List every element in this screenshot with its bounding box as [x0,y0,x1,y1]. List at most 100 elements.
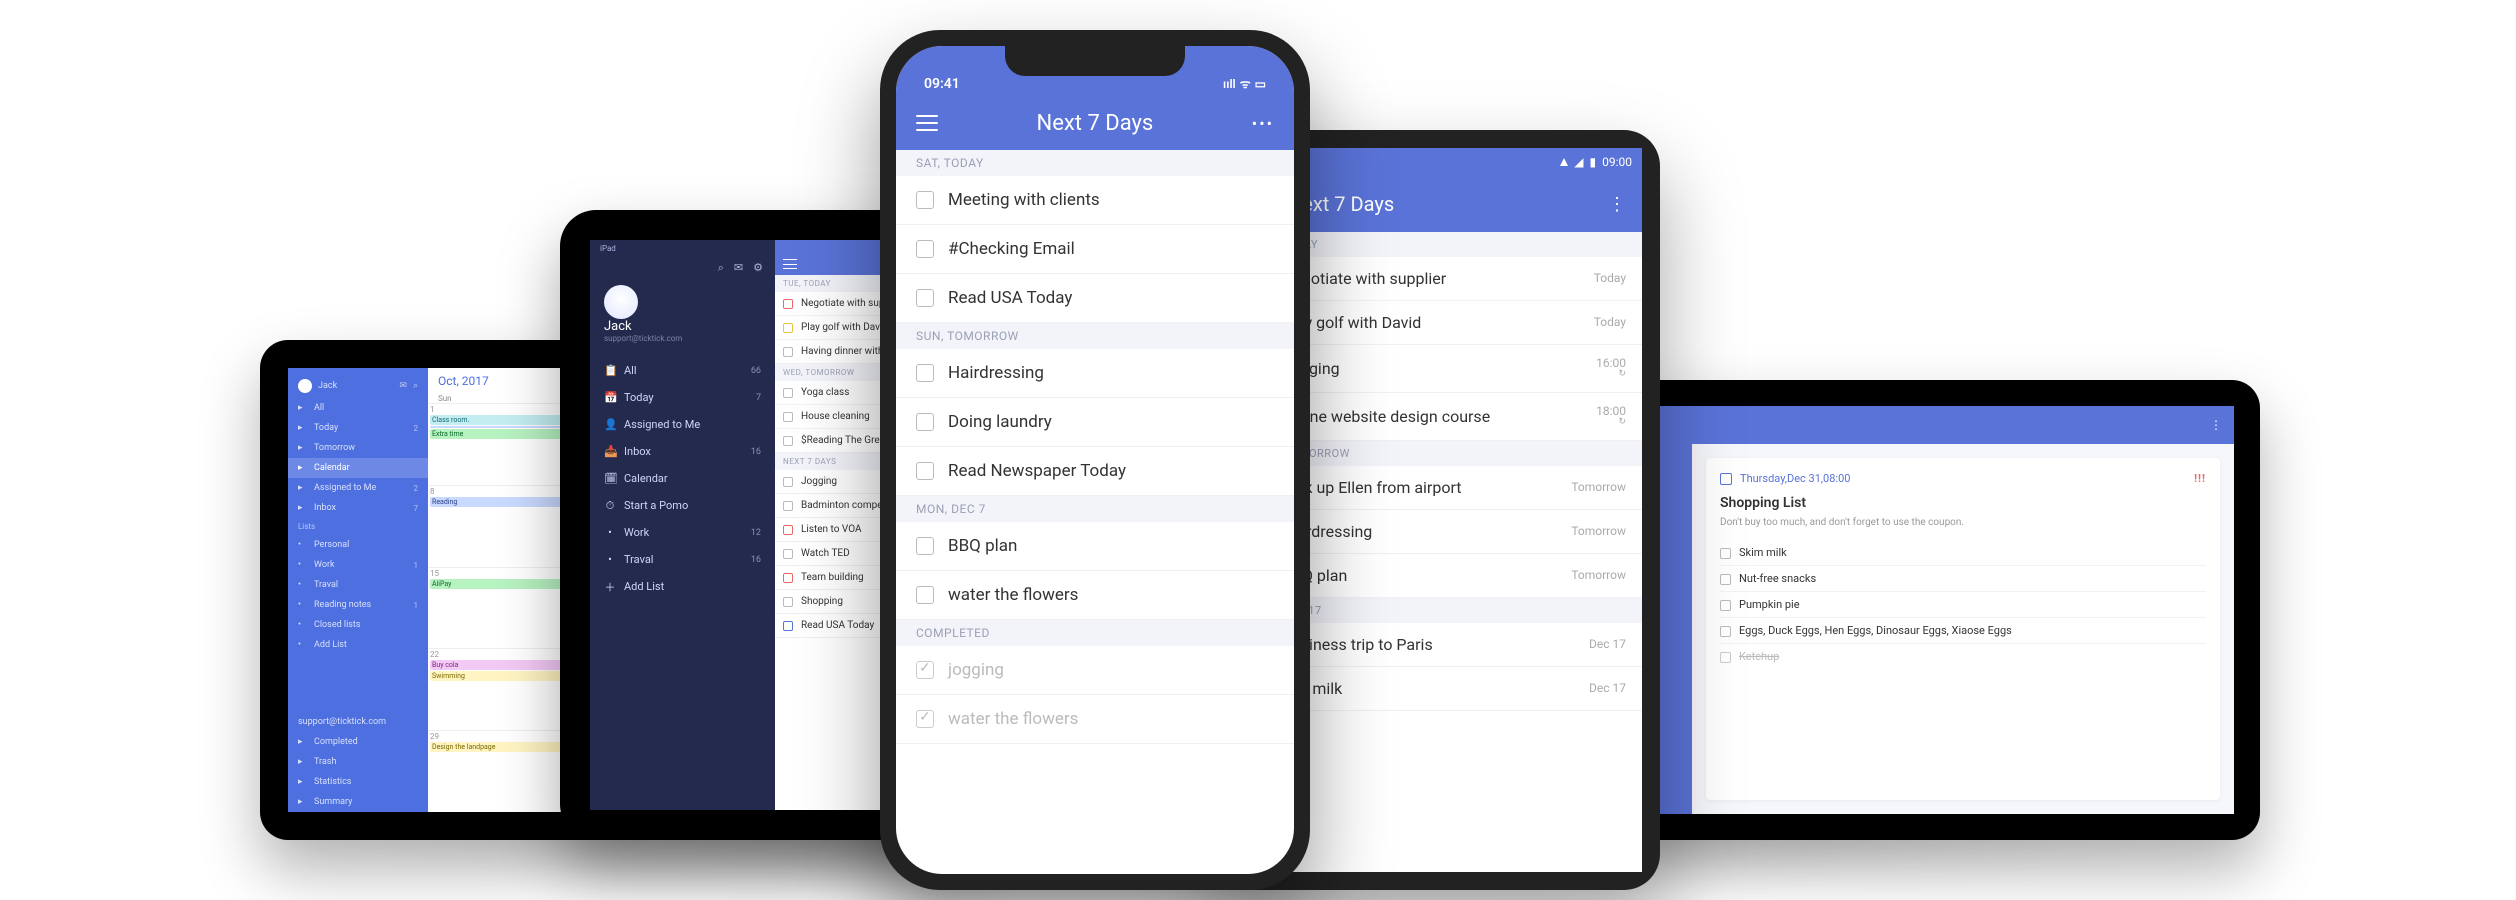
task-title: Shopping [801,596,843,607]
gear-icon[interactable]: ⚙ [753,261,763,275]
task-row[interactable]: Read Newspaper Today [896,447,1294,496]
checkbox-icon[interactable] [916,240,934,258]
sidebar-user[interactable]: Jack ✉ ⌕ [288,374,428,398]
sidebar-item-label: Today [624,391,654,404]
checkbox-icon[interactable] [783,323,793,333]
task-title[interactable]: Shopping List [1720,495,2206,511]
sidebar-item-work[interactable]: •Work12 [590,519,775,546]
subtask-row[interactable]: Eggs, Duck Eggs, Hen Eggs, Dinosaur Eggs… [1720,617,2206,643]
sidebar-item-label: All [624,364,637,377]
task-title: Doing laundry [948,412,1052,432]
sidebar-item-inbox[interactable]: 📥Inbox16 [590,438,775,465]
list-icon: • [298,560,308,570]
battery-icon: ▭ [1255,77,1266,91]
search-icon[interactable]: ⌕ [413,381,418,391]
checkbox-icon[interactable] [783,525,793,535]
device-tablet-light: ⋮ Thursday,Dec 31,08:00 !!! Shopping Lis… [1620,380,2260,840]
task-priority[interactable]: !!! [2194,472,2206,485]
task-title: Read USA Today [948,288,1072,308]
sidebar-item-statistics[interactable]: ▸Statistics [288,772,428,792]
checkbox-icon[interactable] [1720,600,1731,611]
sidebar-item-all[interactable]: ▸All [288,398,428,418]
checkbox-icon[interactable] [916,462,934,480]
task-row[interactable]: jogging [896,646,1294,695]
sidebar-item-add-list[interactable]: ＋Add List [590,573,775,600]
task-row[interactable]: Meeting with clients [896,176,1294,225]
checkbox-icon[interactable] [916,586,934,604]
sidebar-item-calendar[interactable]: ▸Calendar [288,458,428,478]
checkbox-icon[interactable] [916,537,934,555]
sidebar-item-tomorrow[interactable]: ▸Tomorrow [288,438,428,458]
sidebar-item-start-a-pomo[interactable]: ⏱Start a Pomo [590,492,775,519]
sidebar-item-reading-notes[interactable]: •Reading notes1 [288,595,428,615]
sidebar-item-calendar[interactable]: 🗓Calendar [590,465,775,492]
task-row[interactable]: water the flowers [896,571,1294,620]
checkbox-icon[interactable] [783,347,793,357]
checkbox-icon[interactable] [916,289,934,307]
task-date[interactable]: Thursday,Dec 31,08:00 [1740,472,1850,485]
task-meta: Tomorrow [1571,525,1626,538]
section-header: SUN, TOMORROW [896,323,1294,349]
checkbox-icon[interactable] [916,191,934,209]
subtask-title: Nut-free snacks [1739,572,1816,585]
checkbox-icon[interactable] [1720,548,1731,559]
task-row[interactable]: Doing laundry [896,398,1294,447]
sidebar-item-summary[interactable]: ▸Summary [288,792,428,812]
more-icon[interactable]: ⋮ [2210,418,2222,432]
search-icon[interactable]: ⌕ [718,261,724,275]
sidebar-item-completed[interactable]: ▸Completed [288,732,428,752]
task-row[interactable]: Read USA Today [896,274,1294,323]
hamburger-icon[interactable] [916,115,938,131]
inbox-icon[interactable]: ✉ [399,381,407,391]
subtask-row[interactable]: Skim milk [1720,540,2206,565]
sidebar-item-today[interactable]: ▸Today2 [288,418,428,438]
checkbox-icon[interactable] [916,413,934,431]
checkbox-icon[interactable] [1720,652,1731,663]
checkbox-icon[interactable] [783,501,793,511]
checkbox-icon[interactable] [783,597,793,607]
sidebar-item-today[interactable]: 📅Today7 [590,384,775,411]
ipad-user[interactable]: Jack support@ticktick.com [590,275,775,357]
sidebar-item-trash[interactable]: ▸Trash [288,752,428,772]
inbox-icon[interactable]: ✉ [734,261,743,275]
task-meta: 16:00↻ [1596,357,1626,380]
checkbox-icon[interactable] [916,710,934,728]
checkbox-icon[interactable] [783,573,793,583]
task-row[interactable]: BBQ plan [896,522,1294,571]
sidebar-item-work[interactable]: •Work1 [288,555,428,575]
checkbox-icon[interactable] [783,436,793,446]
checkbox-icon[interactable] [783,388,793,398]
subtask-row[interactable]: Ketchup [1720,643,2206,669]
checkbox-icon[interactable] [783,412,793,422]
checkbox-icon[interactable] [783,621,793,631]
sidebar-item-add-list[interactable]: •Add List [288,635,428,655]
list-icon: 📋 [604,364,616,377]
checkbox-icon[interactable] [1720,626,1731,637]
sidebar-item-inbox[interactable]: ▸Inbox7 [288,498,428,518]
sidebar-item-assigned-to-me[interactable]: ▸Assigned to Me2 [288,478,428,498]
calendar-icon[interactable] [1720,473,1732,485]
sidebar-item-closed-lists[interactable]: •Closed lists [288,615,428,635]
sidebar-item-assigned-to-me[interactable]: 👤Assigned to Me [590,411,775,438]
task-row[interactable]: water the flowers [896,695,1294,744]
checkbox-icon[interactable] [783,477,793,487]
task-title: Yoga class [801,387,849,398]
sidebar-item-all[interactable]: 📋All66 [590,357,775,384]
sidebar-item-personal[interactable]: •Personal [288,535,428,555]
more-icon[interactable]: ••• [1252,114,1274,133]
task-row[interactable]: #Checking Email [896,225,1294,274]
sidebar-item-traval[interactable]: •Traval [288,575,428,595]
checkbox-icon[interactable] [783,549,793,559]
task-meta: Today [1594,316,1626,329]
checkbox-icon[interactable] [916,364,934,382]
hamburger-icon[interactable] [783,259,797,269]
subtask-row[interactable]: Pumpkin pie [1720,591,2206,617]
subtask-row[interactable]: Nut-free snacks [1720,565,2206,591]
more-icon[interactable]: ⋮ [1608,194,1626,215]
checkbox-icon[interactable] [783,299,793,309]
checkbox-icon[interactable] [1720,574,1731,585]
sidebar-item-traval[interactable]: •Traval16 [590,546,775,573]
task-description[interactable]: Don't buy too much, and don't forget to … [1720,517,2206,528]
task-row[interactable]: Hairdressing [896,349,1294,398]
checkbox-icon[interactable] [916,661,934,679]
